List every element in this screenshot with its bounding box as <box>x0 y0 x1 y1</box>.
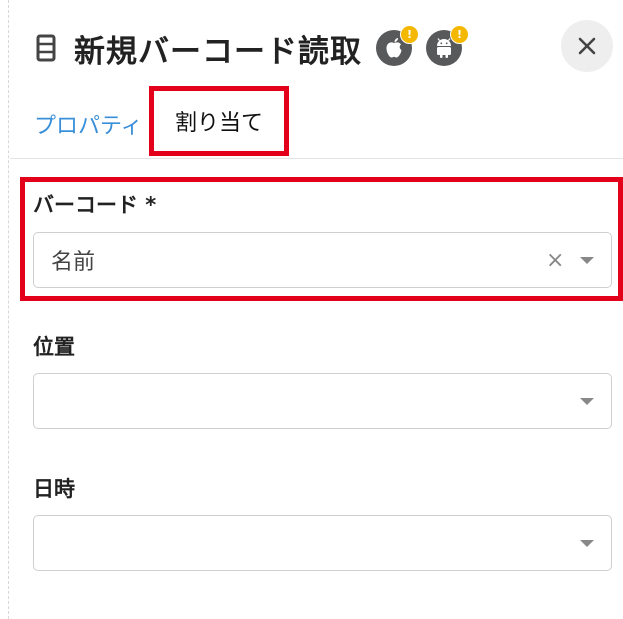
tab-bar: プロパティ 割り当て <box>10 86 623 159</box>
warning-badge: ! <box>400 25 419 44</box>
chevron-down-icon[interactable] <box>580 540 594 547</box>
tab-properties[interactable]: プロパティ <box>34 90 143 158</box>
close-icon <box>578 37 596 55</box>
barcode-label: バーコード * <box>33 193 157 217</box>
datetime-label: 日時 <box>33 477 75 501</box>
chevron-down-icon[interactable] <box>580 398 594 405</box>
panel-left-edge <box>0 0 9 619</box>
barcode-select[interactable]: 名前 × <box>33 232 612 288</box>
clear-icon[interactable]: × <box>546 233 564 287</box>
location-select[interactable] <box>33 373 612 429</box>
close-button[interactable] <box>561 20 613 72</box>
panel-header: 新規バーコード読取 ! ! <box>36 20 623 76</box>
page-title: 新規バーコード読取 <box>74 33 362 70</box>
tab-assignment[interactable]: 割り当て <box>149 86 289 156</box>
android-platform-badge[interactable]: ! <box>426 25 469 66</box>
location-label: 位置 <box>33 335 75 359</box>
warning-badge: ! <box>450 25 469 44</box>
document-icon <box>36 34 56 62</box>
barcode-select-value: 名前 <box>51 250 96 275</box>
apple-platform-badge[interactable]: ! <box>376 25 419 66</box>
chevron-down-icon[interactable] <box>580 257 594 264</box>
datetime-select[interactable] <box>33 515 612 571</box>
